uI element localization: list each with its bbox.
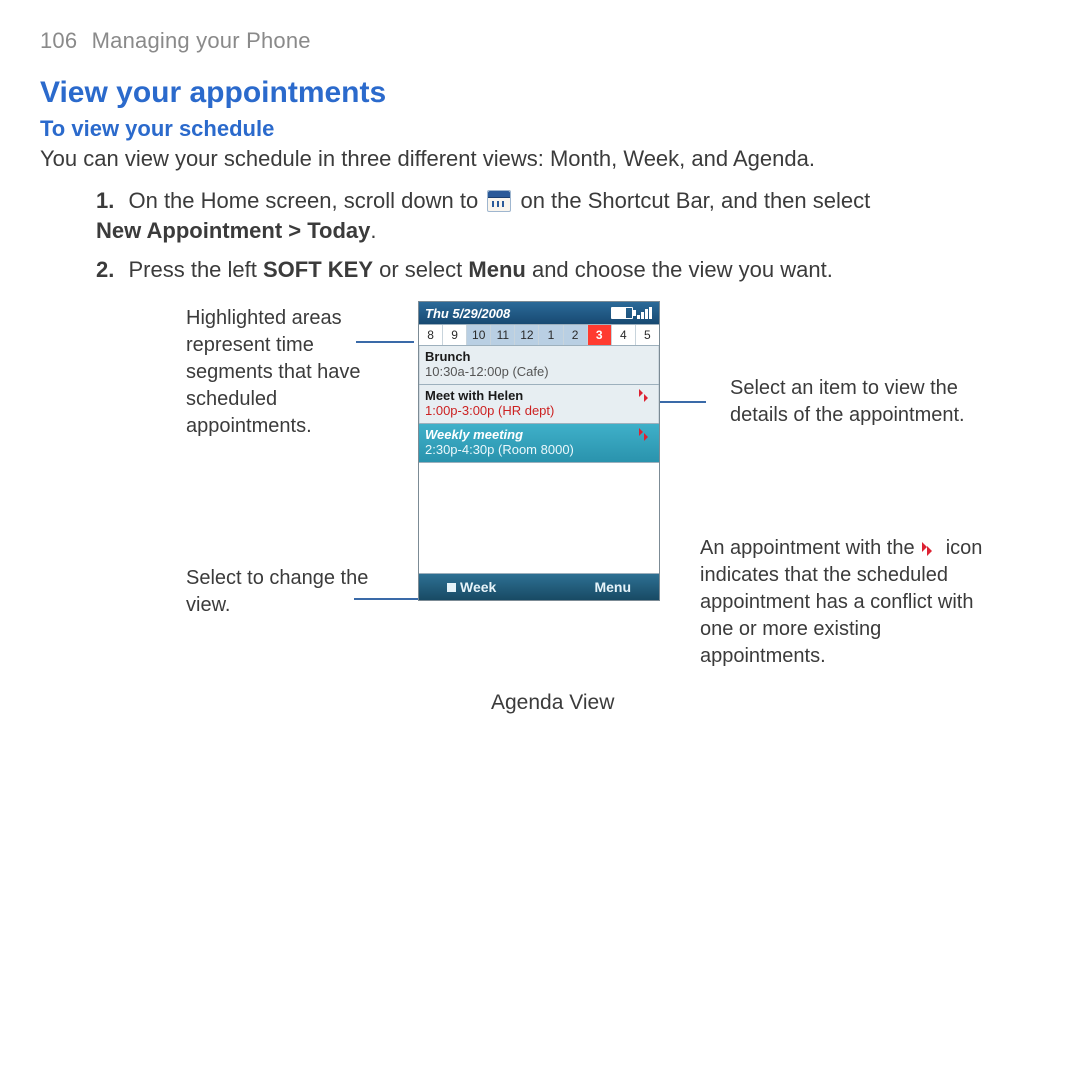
phone-title-bar: Thu 5/29/2008 (419, 302, 659, 324)
time-cell[interactable]: 9 (443, 325, 467, 345)
appointment-item[interactable]: Brunch10:30a-12:00p (Cafe) (419, 346, 659, 385)
blank-area (419, 463, 659, 574)
heading-2: To view your schedule (40, 116, 1040, 142)
battery-icon (611, 307, 633, 319)
appointment-title: Weekly meeting (425, 427, 653, 442)
leader-line (656, 401, 706, 403)
soft-key-left[interactable]: Week (447, 579, 496, 595)
callout-change-view: Select to change the view. (186, 565, 401, 619)
time-cell[interactable]: 2 (564, 325, 588, 345)
leader-line (354, 598, 419, 600)
callout-conflict-a: An appointment with the (700, 537, 915, 559)
callout-highlighted-areas: Highlighted areas represent time segment… (186, 305, 401, 440)
step-2-menu: Menu (468, 257, 525, 282)
appointment-list: Brunch10:30a-12:00p (Cafe)Meet with Hele… (419, 346, 659, 463)
step-2-c: or select (373, 257, 468, 282)
conflict-icon (639, 389, 653, 403)
conflict-icon (922, 542, 938, 556)
leader-line (356, 341, 414, 343)
soft-key-right[interactable]: Menu (594, 579, 631, 595)
appointment-title: Meet with Helen (425, 388, 653, 403)
appointment-title: Brunch (425, 349, 653, 364)
appointment-time: 2:30p-4:30p (Room 8000) (425, 442, 653, 457)
step-1: 1. On the Home screen, scroll down to on… (96, 186, 1040, 245)
conflict-icon (639, 428, 653, 442)
section-title: Managing your Phone (92, 28, 311, 53)
step-1-a: On the Home screen, scroll down to (128, 188, 478, 213)
time-cell[interactable]: 11 (491, 325, 515, 345)
step-1-c: New Appointment > Today (96, 218, 370, 243)
appointment-item[interactable]: Meet with Helen1:00p-3:00p (HR dept) (419, 385, 659, 424)
phone-status-icons (611, 307, 653, 319)
time-strip[interactable]: 8910111212345 (419, 324, 659, 346)
appointment-item[interactable]: Weekly meeting2:30p-4:30p (Room 8000) (419, 424, 659, 463)
step-2-e: and choose the view you want. (526, 257, 833, 282)
step-2-a: Press the left (128, 257, 263, 282)
intro-text: You can view your schedule in three diff… (40, 146, 1040, 172)
time-cell[interactable]: 5 (636, 325, 659, 345)
step-2: 2. Press the left SOFT KEY or select Men… (96, 255, 1040, 285)
time-cell[interactable]: 3 (588, 325, 612, 345)
time-cell[interactable]: 1 (539, 325, 563, 345)
appointment-time: 1:00p-3:00p (HR dept) (425, 403, 653, 418)
soft-key-bar: Week Menu (419, 574, 659, 600)
time-cell[interactable]: 10 (467, 325, 491, 345)
phone-date: Thu 5/29/2008 (425, 306, 510, 321)
figure: Highlighted areas represent time segment… (96, 305, 1040, 735)
time-cell[interactable]: 8 (419, 325, 443, 345)
step-1-b: on the Shortcut Bar, and then select (520, 188, 870, 213)
heading-1: View your appointments (40, 76, 1040, 110)
signal-icon (637, 307, 653, 319)
phone-screenshot: Thu 5/29/2008 8910111212345 Brunch10:30a… (418, 301, 660, 601)
running-head: 106 Managing your Phone (40, 28, 1040, 54)
callout-conflict: An appointment with the icon indicates t… (700, 535, 1000, 670)
callout-select-item: Select an item to view the details of th… (730, 375, 980, 429)
time-cell[interactable]: 12 (515, 325, 539, 345)
time-cell[interactable]: 4 (612, 325, 636, 345)
figure-caption: Agenda View (491, 691, 614, 715)
page-number: 106 (40, 28, 77, 53)
appointment-time: 10:30a-12:00p (Cafe) (425, 364, 653, 379)
step-2-softkey: SOFT KEY (263, 257, 373, 282)
calendar-icon (487, 190, 511, 212)
